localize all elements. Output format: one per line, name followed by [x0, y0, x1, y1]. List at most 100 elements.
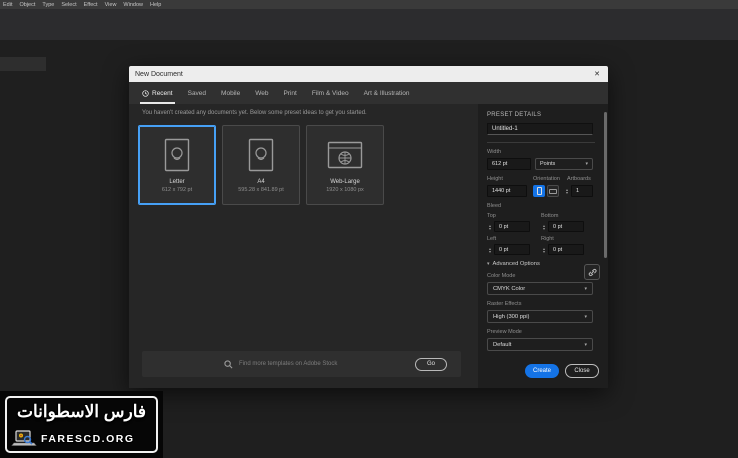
bleed-right-stepper[interactable]: ▴ ▾: [541, 247, 547, 253]
divider: [487, 142, 595, 143]
landscape-icon: [549, 189, 557, 194]
bleed-top-stepper[interactable]: ▴ ▾: [487, 224, 493, 230]
new-document-dialog: New Document ✕ Recent Saved Mobile Web P…: [129, 66, 608, 388]
orientation-portrait-button[interactable]: [533, 185, 545, 197]
menu-item-type[interactable]: Type: [42, 2, 54, 8]
bleed-bottom-label: Bottom: [541, 213, 587, 219]
preset-name: A4: [257, 179, 264, 185]
orientation-toggle: [533, 185, 559, 197]
step-down-icon: ▾: [487, 227, 493, 230]
tab-recent[interactable]: Recent: [142, 82, 173, 104]
close-button[interactable]: Close: [565, 364, 599, 378]
chevron-down-icon: ▾: [584, 286, 587, 292]
tab-print-label: Print: [283, 90, 296, 97]
artboards-input[interactable]: 1: [571, 185, 593, 197]
menu-item-object[interactable]: Object: [19, 2, 35, 8]
search-input[interactable]: Find more templates on Adobe Stock: [239, 361, 415, 367]
height-label: Height: [487, 176, 533, 182]
bleed-right-input[interactable]: 0 pt: [548, 244, 584, 255]
tab-art-illustration[interactable]: Art & Illustration: [364, 82, 410, 104]
tab-web[interactable]: Web: [255, 82, 268, 104]
preset-dimensions: 595.28 x 841.89 pt: [238, 187, 284, 193]
bleed-top-label: Top: [487, 213, 533, 219]
watermark: فارس الاسطوانات FARESCD.ORG: [0, 391, 163, 458]
preset-details-heading: PRESET DETAILS: [487, 112, 598, 118]
step-down-icon: ▾: [487, 250, 493, 253]
menu-item-select[interactable]: Select: [61, 2, 76, 8]
details-scrollbar[interactable]: [604, 112, 607, 258]
color-mode-dropdown[interactable]: CMYK Color ▾: [487, 282, 593, 295]
bleed-bottom-stepper[interactable]: ▴ ▾: [541, 224, 547, 230]
orientation-landscape-button[interactable]: [547, 185, 559, 197]
tab-recent-label: Recent: [152, 90, 173, 97]
menu-item-help[interactable]: Help: [150, 2, 161, 8]
color-mode-label: Color Mode: [487, 273, 598, 279]
browser-globe-icon: [327, 137, 363, 173]
tab-mobile[interactable]: Mobile: [221, 82, 240, 104]
units-value: Points: [540, 161, 555, 167]
artboards-label: Artboards: [567, 176, 591, 182]
height-input[interactable]: 1440 pt: [487, 185, 527, 197]
laptop-search-icon: [11, 430, 37, 448]
tab-print[interactable]: Print: [283, 82, 296, 104]
preset-name: Web-Large: [330, 179, 360, 185]
tab-saved-label: Saved: [188, 90, 206, 97]
tab-saved[interactable]: Saved: [188, 82, 206, 104]
bleed-left-input[interactable]: 0 pt: [494, 244, 530, 255]
preview-mode-dropdown[interactable]: Default ▾: [487, 338, 593, 351]
menu-item-view[interactable]: View: [105, 2, 117, 8]
empty-state-text: You haven't created any documents yet. B…: [142, 110, 367, 116]
watermark-frame: فارس الاسطوانات FARESCD.ORG: [5, 396, 158, 453]
preset-name: Letter: [169, 179, 184, 185]
dialog-title: New Document: [135, 71, 592, 78]
create-button[interactable]: Create: [525, 364, 559, 378]
preview-mode-label: Preview Mode: [487, 329, 598, 335]
dialog-titlebar[interactable]: New Document ✕: [129, 66, 608, 82]
chevron-down-icon: ▾: [487, 261, 490, 267]
menu-item-effect[interactable]: Effect: [84, 2, 98, 8]
menu-bar: Edit Object Type Select Effect View Wind…: [0, 0, 738, 9]
tab-web-label: Web: [255, 90, 268, 97]
tab-mobile-label: Mobile: [221, 90, 240, 97]
chevron-down-icon: ▾: [584, 314, 587, 320]
step-down-icon: ▾: [541, 250, 547, 253]
menu-item-edit[interactable]: Edit: [3, 2, 12, 8]
preset-cards: Letter 612 x 792 pt A4 595.28 x 841.89 p…: [138, 125, 384, 205]
tab-film-video[interactable]: Film & Video: [312, 82, 349, 104]
watermark-site-text: FARESCD.ORG: [41, 433, 135, 445]
chevron-down-icon: ▾: [584, 342, 587, 348]
search-icon: [224, 360, 233, 369]
document-preset-icon: [248, 137, 274, 173]
presets-area: You haven't created any documents yet. B…: [129, 104, 478, 388]
raster-effects-dropdown[interactable]: High (300 ppi) ▾: [487, 310, 593, 323]
step-down-icon: ▾: [541, 227, 547, 230]
preset-card-web-large[interactable]: Web-Large 1920 x 1080 px: [306, 125, 384, 205]
go-button[interactable]: Go: [415, 358, 447, 371]
bleed-bottom-input[interactable]: 0 pt: [548, 221, 584, 232]
step-down-icon: ▾: [564, 191, 570, 194]
artboards-stepper[interactable]: ▴ ▾: [564, 188, 570, 194]
advanced-options-label: Advanced Options: [493, 261, 540, 267]
preview-mode-value: Default: [493, 342, 511, 348]
bleed-left-stepper[interactable]: ▴ ▾: [487, 247, 493, 253]
width-input[interactable]: 612 pt: [487, 158, 531, 170]
document-preset-icon: [164, 137, 190, 173]
bleed-top-input[interactable]: 0 pt: [494, 221, 530, 232]
chevron-down-icon: ▾: [585, 161, 588, 167]
document-name-input[interactable]: Untitled-1: [487, 123, 593, 135]
bleed-link-button[interactable]: [584, 264, 600, 280]
units-dropdown[interactable]: Points ▾: [535, 158, 593, 170]
preset-dimensions: 612 x 792 pt: [162, 187, 192, 193]
control-bar: [0, 9, 738, 40]
raster-effects-value: High (300 ppi): [493, 314, 529, 320]
tab-art-illustration-label: Art & Illustration: [364, 90, 410, 97]
portrait-icon: [537, 187, 542, 195]
preset-card-a4[interactable]: A4 595.28 x 841.89 pt: [222, 125, 300, 205]
watermark-arabic-text: فارس الاسطوانات: [7, 398, 156, 427]
preset-category-tabs: Recent Saved Mobile Web Print Film & Vid…: [129, 82, 608, 104]
menu-item-window[interactable]: Window: [123, 2, 143, 8]
close-icon[interactable]: ✕: [592, 70, 602, 78]
advanced-options-toggle[interactable]: ▾ Advanced Options: [487, 261, 598, 267]
preset-card-letter[interactable]: Letter 612 x 792 pt: [138, 125, 216, 205]
tab-film-video-label: Film & Video: [312, 90, 349, 97]
